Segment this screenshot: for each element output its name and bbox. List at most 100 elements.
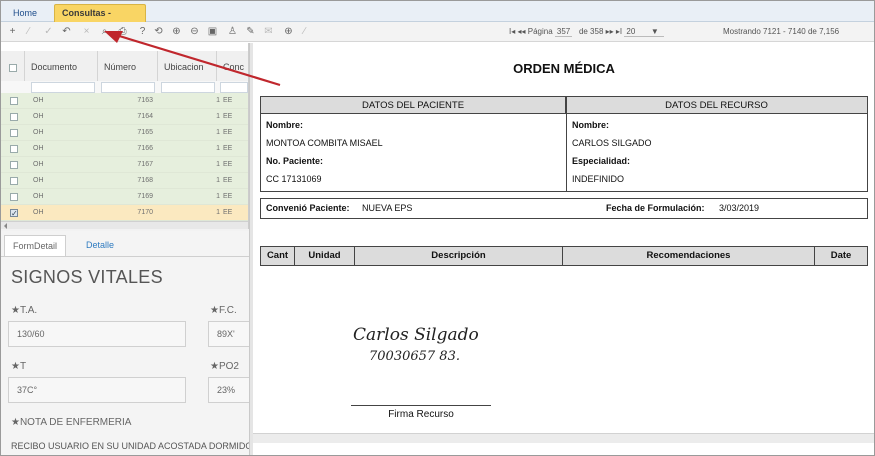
cell-concepto: EE (223, 129, 233, 136)
row-checkbox[interactable] (10, 177, 18, 185)
toolbar: + ⁄ ✓ ↶ × ⌕ ⎙? ⟲ ⊕ ⊖ ▣ ♙ ✎ ✉ ⊕ ∕ I◂ ◂◂ Página 357 de 35… (1, 22, 874, 42)
t-field[interactable]: 37C° (8, 377, 186, 403)
filter-numero-input[interactable] (101, 82, 155, 93)
specialty-label: Especialidad: (572, 156, 631, 166)
cell-numero: 7166 (137, 145, 153, 152)
help-icon[interactable]: ? (137, 26, 148, 38)
cell-ubicacion: 1 (216, 129, 220, 136)
form-detail-panel: FormDetail Detalle SIGNOS VITALES ★T.A. … (1, 231, 282, 455)
row-checkbox[interactable] (10, 161, 18, 169)
filter-documento-input[interactable] (31, 82, 95, 93)
resource-name-label: Nombre: (572, 120, 610, 130)
cell-ubicacion: 1 (216, 145, 220, 152)
convenio-label: Convenió Paciente: (266, 203, 350, 213)
add-icon[interactable]: + (7, 26, 18, 38)
refresh-icon[interactable]: ⟲ (153, 26, 164, 38)
table-row[interactable]: OH 7163 1 EE (1, 93, 248, 109)
filter-concepto-input[interactable] (220, 82, 248, 93)
row-checkbox[interactable] (10, 97, 18, 105)
cell-documento: OH (33, 129, 44, 136)
convenio-value: NUEVA EPS (362, 203, 413, 213)
edit-icon[interactable]: ⁄ (23, 26, 34, 38)
document-horizontal-scrollbar[interactable] (253, 433, 874, 443)
zoom-in-icon[interactable]: ⊕ (171, 26, 182, 38)
cell-documento: OH (33, 97, 44, 104)
table-row[interactable]: OH 7167 1 EE (1, 157, 248, 173)
last-page-button[interactable]: ▸I (616, 27, 622, 36)
row-checkbox[interactable] (10, 113, 18, 121)
cell-concepto: EE (223, 97, 233, 104)
section-divider (566, 97, 567, 191)
pin-icon[interactable]: ✎ (245, 26, 256, 38)
chevron-down-icon: ▼ (650, 27, 659, 36)
user-icon[interactable]: ♙ (227, 26, 238, 38)
copy-icon[interactable]: ▣ (207, 26, 218, 38)
column-header-concepto[interactable]: Conc (217, 51, 248, 83)
row-checkbox[interactable] (10, 129, 18, 137)
page-size-select[interactable]: 20 ▼ (624, 27, 665, 37)
page-label: Página (527, 27, 553, 36)
page-input[interactable]: 357 (554, 27, 573, 37)
cell-documento: OH (33, 145, 44, 152)
specialty-value: INDEFINIDO (572, 174, 625, 184)
signature-line (351, 405, 491, 406)
tab-consultas[interactable]: Consultas -[gcon]× (54, 4, 146, 35)
table-row[interactable]: OH 7169 1 EE (1, 189, 248, 205)
ta-field[interactable]: 130/60 (8, 321, 186, 347)
tab-home[interactable]: Home (5, 4, 45, 22)
row-checkbox[interactable] (10, 193, 18, 201)
table-row[interactable]: OH 7166 1 EE (1, 141, 248, 157)
cell-documento: OH (33, 209, 44, 216)
filter-ubicacion-input[interactable] (161, 82, 215, 93)
showing-count: Mostrando 7121 - 7140 de 7,156 (723, 27, 840, 36)
search-icon[interactable]: ⌕ (99, 26, 110, 38)
nota-field[interactable]: RECIBO USUARIO EN SU UNIDAD ACOSTADA DOR… (11, 441, 282, 451)
table-row[interactable]: ✓ OH 7170 1 EE (1, 205, 248, 221)
fecha-label: Fecha de Formulación: (606, 203, 705, 213)
prev-page-button[interactable]: ◂◂ (517, 27, 525, 36)
data-section: DATOS DEL PACIENTE DATOS DEL RECURSO Nom… (260, 96, 868, 192)
cell-numero: 7168 (137, 177, 153, 184)
sign-icon[interactable]: ∕ (299, 26, 310, 38)
tab-detalle[interactable]: Detalle (78, 235, 122, 256)
tab-formdetail[interactable]: FormDetail (4, 235, 67, 256)
cell-ubicacion: 1 (216, 113, 220, 120)
cell-documento: OH (33, 193, 44, 200)
patient-header: DATOS DEL PACIENTE (261, 97, 566, 114)
row-checkbox[interactable]: ✓ (10, 209, 18, 218)
po2-field[interactable]: 23% (208, 377, 252, 403)
undo-icon[interactable]: ↶ (61, 26, 72, 38)
check-icon: ✓ (11, 209, 18, 218)
grid-horizontal-scrollbar[interactable] (1, 221, 248, 229)
print-icon[interactable]: ⎙ (117, 26, 128, 38)
fecha-value: 3/03/2019 (719, 203, 760, 213)
cell-numero: 7167 (137, 161, 153, 168)
section-title: SIGNOS VITALES (11, 267, 163, 287)
row-checkbox[interactable] (10, 145, 18, 153)
fc-label: ★F.C. (210, 305, 237, 316)
cell-concepto: EE (223, 177, 233, 184)
table-row[interactable]: OH 7165 1 EE (1, 125, 248, 141)
cell-ubicacion: 1 (216, 161, 220, 168)
resource-name: CARLOS SILGADO (572, 138, 652, 148)
plus-circle-icon[interactable]: ⊕ (283, 26, 294, 38)
column-header-ubicacion[interactable]: Ubicacion (158, 51, 217, 83)
column-header-numero[interactable]: Número (98, 51, 158, 83)
table-row[interactable]: OH 7164 1 EE (1, 109, 248, 125)
pager: I◂ ◂◂ Página 357 de 358 ▸▸ ▸I 20 ▼ (509, 27, 665, 37)
next-page-button[interactable]: ▸▸ (606, 27, 614, 36)
check-icon[interactable]: ✓ (43, 26, 54, 38)
left-panel: Documento Número Ubicacion Conc OH 7163 1 E… (1, 43, 282, 455)
fc-field[interactable]: 89X' (208, 321, 252, 347)
delete-icon[interactable]: × (81, 26, 92, 38)
column-header-documento[interactable]: Documento (25, 51, 98, 83)
first-page-button[interactable]: I◂ (509, 27, 515, 36)
zoom-out-icon[interactable]: ⊖ (189, 26, 200, 38)
col-date: Date (830, 250, 852, 261)
ta-label: ★T.A. (11, 305, 38, 316)
cell-concepto: EE (223, 113, 233, 120)
select-all-checkbox[interactable] (1, 51, 25, 83)
table-row[interactable]: OH 7168 1 EE (1, 173, 248, 189)
signature-name: Carlos Silgado (353, 325, 479, 345)
mail-icon[interactable]: ✉ (263, 26, 274, 38)
